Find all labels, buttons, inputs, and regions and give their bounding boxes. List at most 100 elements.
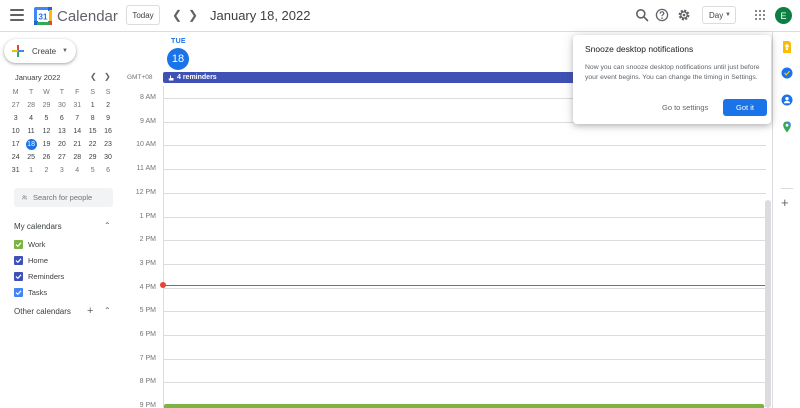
mini-day-cell[interactable]: 11 xyxy=(23,125,38,138)
search-icon[interactable] xyxy=(635,8,649,22)
view-selector-label: Day xyxy=(709,10,724,20)
get-addons-plus-icon[interactable]: + xyxy=(781,196,789,209)
hour-gridline xyxy=(164,145,766,147)
hour-label: 7 PM xyxy=(139,354,156,362)
calendar-item-label: Work xyxy=(28,239,46,249)
next-day-icon[interactable]: ❯ xyxy=(186,7,200,23)
mini-day-cell[interactable]: 1 xyxy=(85,99,100,112)
mini-day-cell[interactable]: 28 xyxy=(70,151,85,164)
mini-week-row: 24 25 26 27 28 29 30 xyxy=(8,151,116,164)
mini-day-cell[interactable]: 3 xyxy=(54,164,69,177)
mini-day-cell[interactable]: 27 xyxy=(54,151,69,164)
calendar-app: 31 Calendar Today ❮ ❯ January 18, 2022 D… xyxy=(0,0,800,408)
today-button[interactable]: Today xyxy=(126,5,160,25)
mini-calendar-month: January 2022 xyxy=(15,73,61,82)
other-calendars-heading[interactable]: Other calendars xyxy=(14,307,71,316)
mini-next-month-icon[interactable]: ❯ xyxy=(104,72,111,81)
mini-day-cell[interactable]: 14 xyxy=(70,125,85,138)
calendar-item-work[interactable]: Work xyxy=(14,238,45,250)
mini-day-cell[interactable]: 5 xyxy=(39,112,54,125)
mini-day-cell[interactable]: 20 xyxy=(54,138,69,151)
create-button-label: Create xyxy=(32,46,57,56)
mini-day-cell[interactable]: 4 xyxy=(23,112,38,125)
google-apps-icon[interactable] xyxy=(755,10,765,20)
previous-day-icon[interactable]: ❮ xyxy=(170,7,184,23)
mini-day-cell[interactable]: 26 xyxy=(39,151,54,164)
mini-day-cell[interactable]: 31 xyxy=(8,164,23,177)
mini-day-cell[interactable]: 5 xyxy=(85,164,100,177)
mini-day-cell[interactable]: 2 xyxy=(39,164,54,177)
got-it-button[interactable]: Got it xyxy=(723,99,767,116)
mini-day-cell[interactable]: 25 xyxy=(23,151,38,164)
create-button[interactable]: Create ▼ xyxy=(4,39,76,63)
mini-day-cell[interactable]: 24 xyxy=(8,151,23,164)
hour-label: 8 AM xyxy=(140,94,156,101)
checkbox-checked-icon[interactable] xyxy=(14,255,23,265)
popup-title: Snooze desktop notifications xyxy=(585,44,694,54)
tasks-icon[interactable] xyxy=(781,67,793,79)
mini-day-cell[interactable]: 10 xyxy=(8,125,23,138)
mini-day-cell[interactable]: 27 xyxy=(8,99,23,112)
mini-day-cell[interactable]: 30 xyxy=(54,99,69,112)
mini-day-cell[interactable]: 12 xyxy=(39,125,54,138)
mini-day-cell[interactable]: 1 xyxy=(23,164,38,177)
checkbox-checked-icon[interactable] xyxy=(14,271,23,281)
contacts-icon[interactable] xyxy=(781,94,793,106)
day-of-week-label: TUE xyxy=(171,38,186,45)
mini-day-cell[interactable]: 22 xyxy=(85,138,100,151)
checkbox-checked-icon[interactable] xyxy=(14,239,23,249)
mini-day-cell[interactable]: 17 xyxy=(8,138,23,151)
search-people-input[interactable] xyxy=(33,193,113,202)
current-time-line xyxy=(163,285,765,286)
mini-day-cell[interactable]: 6 xyxy=(54,112,69,125)
go-to-settings-button[interactable]: Go to settings xyxy=(662,103,708,112)
add-calendar-plus-icon[interactable]: + xyxy=(87,305,93,317)
settings-gear-icon[interactable] xyxy=(677,8,691,22)
mini-day-cell[interactable]: 18 xyxy=(23,138,38,151)
mini-day-cell[interactable]: 2 xyxy=(100,99,115,112)
view-selector[interactable]: Day ▼ xyxy=(702,6,736,24)
search-people-box[interactable] xyxy=(14,188,113,207)
mini-day-cell[interactable]: 4 xyxy=(70,164,85,177)
mini-day-cell[interactable]: 30 xyxy=(100,151,115,164)
day-time-grid[interactable] xyxy=(163,86,766,408)
mini-day-cell[interactable]: 23 xyxy=(100,138,115,151)
mini-day-cell[interactable]: 16 xyxy=(100,125,115,138)
hour-gridline xyxy=(164,358,766,360)
mini-prev-month-icon[interactable]: ❮ xyxy=(90,72,97,81)
chevron-up-icon[interactable]: ⌃ xyxy=(104,221,111,230)
grid-scrollbar[interactable] xyxy=(765,200,771,408)
keep-icon[interactable] xyxy=(781,41,793,53)
main-menu-icon[interactable] xyxy=(10,9,24,21)
hour-label: 3 PM xyxy=(139,259,156,267)
mini-day-cell[interactable]: 13 xyxy=(54,125,69,138)
mini-day-cell[interactable]: 15 xyxy=(85,125,100,138)
mini-day-cell[interactable]: 8 xyxy=(85,112,100,125)
mini-day-cell[interactable]: 21 xyxy=(70,138,85,151)
mini-day-cell[interactable]: 9 xyxy=(100,112,115,125)
mini-day-cell[interactable]: 28 xyxy=(23,99,38,112)
account-avatar[interactable]: E xyxy=(775,7,792,24)
mini-week-row: 31 1 2 3 4 5 6 xyxy=(8,164,116,177)
mini-day-cell[interactable]: 7 xyxy=(70,112,85,125)
mini-day-cell[interactable]: 6 xyxy=(100,164,115,177)
chevron-down-icon: ▼ xyxy=(725,12,731,18)
calendar-item-reminders[interactable]: Reminders xyxy=(14,270,64,282)
checkbox-checked-icon[interactable] xyxy=(14,287,23,297)
event-block[interactable] xyxy=(164,404,764,408)
chevron-up-icon[interactable]: ⌃ xyxy=(104,306,111,315)
day-number-badge[interactable]: 18 xyxy=(167,48,189,70)
maps-icon[interactable] xyxy=(781,121,793,133)
my-calendars-heading[interactable]: My calendars xyxy=(14,222,62,231)
mini-day-cell[interactable]: 31 xyxy=(70,99,85,112)
mini-day-cell[interactable]: 19 xyxy=(39,138,54,151)
current-date-title: January 18, 2022 xyxy=(210,8,311,23)
mini-weekday-label: T xyxy=(28,89,34,96)
mini-week-row: 27 28 29 30 31 1 2 xyxy=(8,99,116,112)
help-icon[interactable] xyxy=(655,8,669,22)
mini-day-cell[interactable]: 29 xyxy=(85,151,100,164)
mini-day-cell[interactable]: 29 xyxy=(39,99,54,112)
calendar-item-tasks[interactable]: Tasks xyxy=(14,286,47,298)
mini-day-cell[interactable]: 3 xyxy=(8,112,23,125)
calendar-item-home[interactable]: Home xyxy=(14,254,48,266)
